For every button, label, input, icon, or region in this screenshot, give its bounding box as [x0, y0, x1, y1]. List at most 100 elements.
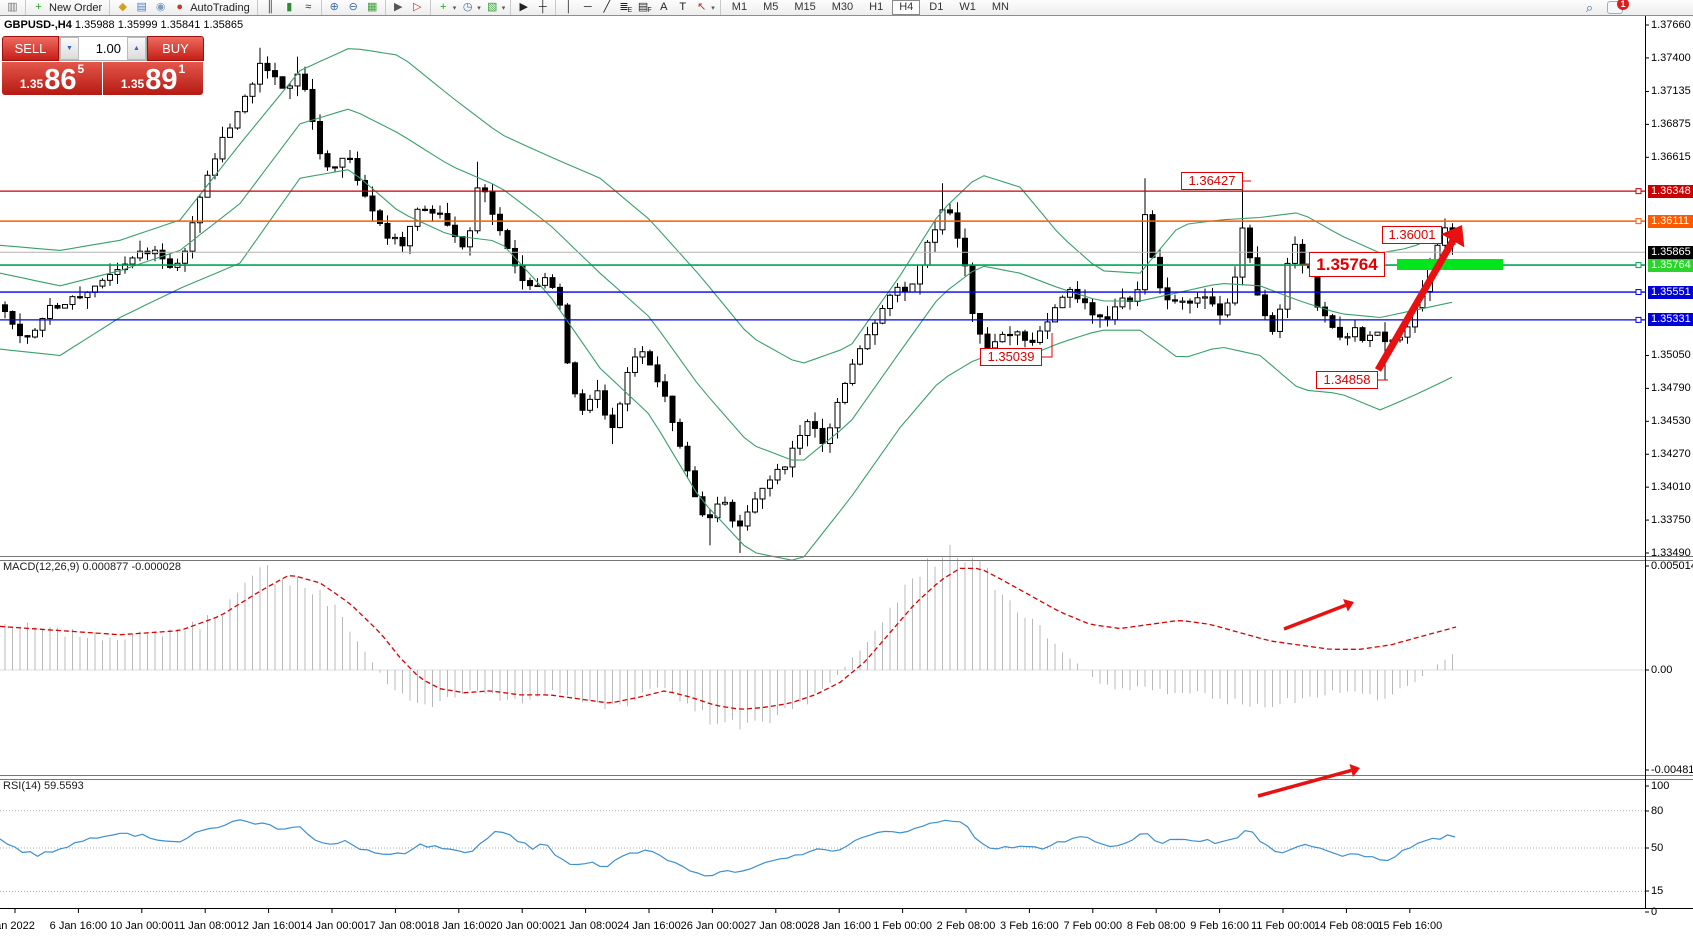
macd-signal-line [0, 568, 1456, 709]
candle-bear [730, 502, 735, 521]
new-order-icon[interactable]: + [31, 1, 46, 14]
periods-icon-dropdown[interactable]: ▾ [477, 4, 481, 12]
candle-bull [625, 372, 630, 403]
sell-price-pip: 5 [77, 62, 84, 76]
candle-bull [1120, 298, 1125, 307]
timeframe-mn[interactable]: MN [985, 0, 1016, 15]
new-order-label[interactable]: New Order [49, 2, 102, 14]
candle-bear [160, 250, 165, 259]
trend-arrow-rsi [1258, 770, 1351, 796]
candle-bull [235, 112, 240, 128]
zoom-out-icon[interactable]: ⊖ [346, 1, 361, 14]
candle-bear [1030, 340, 1035, 342]
channel-icon[interactable]: ▤F [637, 1, 652, 14]
search-icon[interactable]: ⌕ [1582, 1, 1597, 14]
volume-stepper: ▼ 1.00 ▲ [59, 36, 147, 61]
sell-button[interactable]: SELL [2, 36, 59, 61]
signals-icon[interactable]: ◉ [153, 1, 168, 14]
candle-bear [565, 305, 570, 363]
toolbar-right: ⌕1 [1580, 1, 1623, 14]
candle-bull [1038, 331, 1043, 342]
autotrading-label[interactable]: AutoTrading [190, 2, 250, 14]
timeframe-d1[interactable]: D1 [922, 0, 950, 15]
candle-bear [985, 334, 990, 348]
autotrading-icon[interactable]: ● [172, 1, 187, 14]
candle-bear [1300, 244, 1305, 264]
timeframe-h4[interactable]: H4 [892, 0, 920, 15]
candle-bull [1045, 322, 1050, 331]
line-chart-icon[interactable]: ≈ [301, 1, 316, 14]
zoom-in-icon[interactable]: ⊕ [327, 1, 342, 14]
candle-bear [558, 287, 563, 305]
label-icon[interactable]: T [675, 1, 690, 14]
vertical-line-icon[interactable]: │ [561, 1, 576, 14]
candle-bear [1090, 303, 1095, 315]
arrows-icon[interactable]: ↖ [694, 1, 709, 14]
bar-chart-icon[interactable]: ║ [263, 1, 278, 14]
candle-bull [535, 285, 540, 286]
indicators-icon[interactable]: + [436, 1, 451, 14]
candle-bull [220, 137, 225, 159]
tile-windows-icon[interactable]: ▦ [365, 1, 380, 14]
timeframe-m1[interactable]: M1 [725, 0, 754, 15]
candle-bear [168, 259, 173, 268]
level-anchor [1636, 263, 1641, 268]
candle-bull [1353, 328, 1358, 337]
buy-price[interactable]: 1.35 89 1 [103, 62, 203, 95]
toolbar-group: ◆ ▤ ◉ ●AutoTrading [109, 0, 257, 15]
arrows-icon-dropdown[interactable]: ▾ [711, 4, 715, 12]
sell-price-main: 86 [44, 67, 76, 93]
periods-icon[interactable]: ◷ [460, 1, 475, 14]
templates-icon[interactable]: ▧ [485, 1, 500, 14]
candle-bull [1233, 277, 1238, 303]
text-icon[interactable]: A [656, 1, 671, 14]
timeframe-h1[interactable]: H1 [862, 0, 890, 15]
sell-price[interactable]: 1.35 86 5 [2, 62, 102, 95]
crosshair-icon[interactable]: ┼ [535, 1, 550, 14]
candle-bull [723, 502, 728, 504]
candle-bear [333, 167, 338, 168]
candle-bear [385, 223, 390, 238]
candle-bull [918, 265, 923, 284]
chart-window-icon[interactable]: ▥ [5, 1, 20, 14]
timeframe-w1[interactable]: W1 [952, 0, 983, 15]
candle-bull [775, 469, 780, 480]
volume-decrease-button[interactable]: ▼ [60, 37, 79, 60]
indicators-icon-dropdown[interactable]: ▾ [453, 4, 457, 12]
toolbar-group: ▶▷ [385, 0, 430, 15]
buy-button[interactable]: BUY [147, 36, 204, 61]
channel-icon-sub: F [647, 4, 651, 17]
market-watch-icon[interactable]: ◆ [115, 1, 130, 14]
candle-bear [955, 213, 960, 238]
cursor-icon[interactable]: ▶ [516, 1, 531, 14]
data-window-icon[interactable]: ▤ [134, 1, 149, 14]
candle-bear [490, 192, 495, 215]
autoscroll-icon[interactable]: ▶ [391, 1, 406, 14]
chart-shift-icon[interactable]: ▷ [410, 1, 425, 14]
candle-bear [1165, 288, 1170, 300]
candle-bull [873, 323, 878, 335]
chat-icon[interactable]: 1 [1607, 1, 1623, 14]
timeframe-m5[interactable]: M5 [756, 0, 785, 15]
volume-increase-button[interactable]: ▲ [127, 37, 146, 60]
trendline-icon[interactable]: ╱ [599, 1, 614, 14]
volume-input[interactable]: 1.00 [79, 37, 127, 60]
candle-bear [580, 394, 585, 411]
timeframe-m15[interactable]: M15 [787, 0, 822, 15]
candle-bull [198, 197, 203, 223]
candle-bull [408, 226, 413, 245]
toolbar: ▥+New Order◆▤◉●AutoTrading║▮≈⊕⊖▦▶▷+▾◷▾▧▾… [0, 0, 1693, 16]
symbol-period-label: GBPUSD-,H4 [4, 19, 72, 31]
candle-bear [1315, 268, 1320, 307]
candle-bear [280, 77, 285, 88]
candle-bull [1375, 332, 1380, 335]
ohlc-values: 1.35988 1.35999 1.35841 1.35865 [75, 19, 243, 31]
horizontal-line-icon[interactable]: ─ [580, 1, 595, 14]
timeframe-m30[interactable]: M30 [825, 0, 860, 15]
templates-icon-dropdown[interactable]: ▾ [502, 4, 506, 12]
candle-bear [1098, 315, 1103, 317]
candle-chart-icon[interactable]: ▮ [282, 1, 297, 14]
candle-bull [880, 308, 885, 323]
chart-canvas[interactable] [0, 0, 1693, 939]
fibonacci-icon[interactable]: ≣E [618, 1, 633, 14]
